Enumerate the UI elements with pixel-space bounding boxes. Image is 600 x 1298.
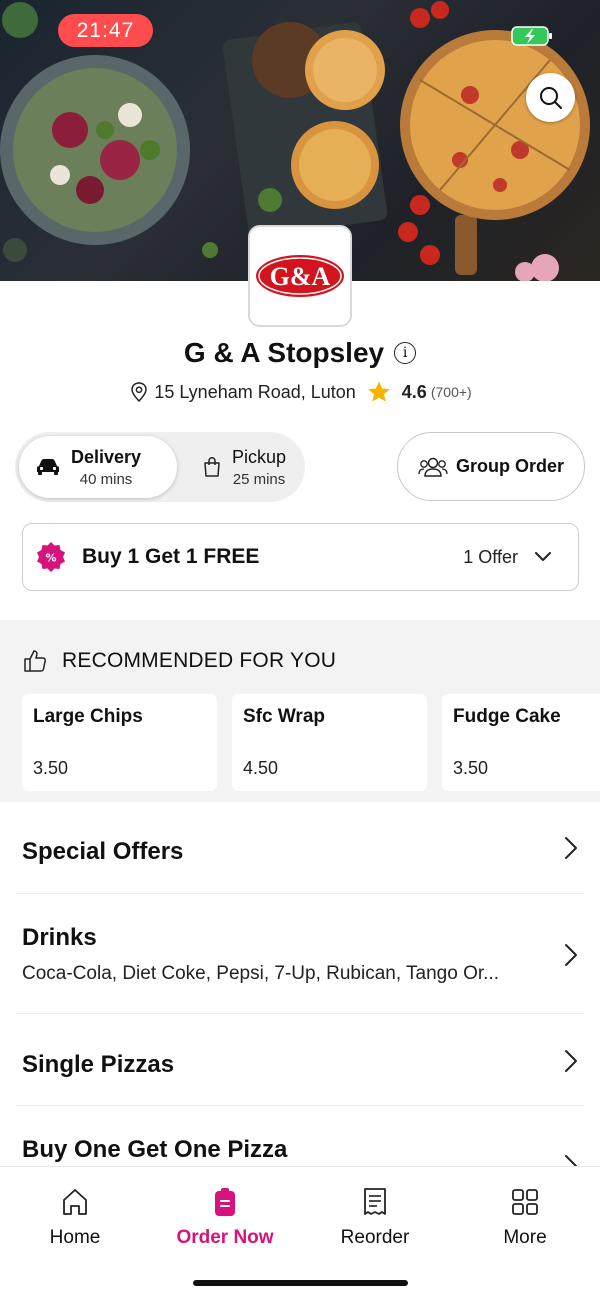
order-mode-toggle: Delivery 40 mins Pickup 25 mins (15, 432, 305, 502)
item-price: 3.50 (33, 758, 69, 778)
chevron-down-icon (535, 552, 551, 561)
grid-icon (512, 1189, 538, 1215)
category-row-bogo-pizza[interactable]: Buy One Get One Pizza (16, 1106, 584, 1166)
offer-banner[interactable]: % Buy 1 Get 1 FREE 1 Offer (22, 523, 579, 591)
category-title: Single Pizzas (22, 1051, 175, 1078)
item-price: 4.50 (243, 758, 279, 778)
pickup-option[interactable]: Pickup 25 mins (200, 436, 310, 498)
store-address-row: 15 Lyneham Road, Luton 4.6 (700+) (0, 380, 600, 404)
item-name: Sfc Wrap (243, 706, 326, 727)
category-row-special-offers[interactable]: Special Offers (16, 802, 584, 894)
recommended-item[interactable]: Large Chips 3.50 (22, 694, 217, 791)
search-button[interactable] (526, 73, 575, 122)
home-icon (63, 1189, 87, 1215)
discount-badge-icon: % (37, 542, 65, 572)
chevron-right-icon (565, 1050, 577, 1072)
group-icon (418, 457, 448, 477)
category-title: Buy One Get One Pizza (22, 1136, 288, 1163)
group-order-button[interactable]: Group Order (397, 432, 585, 501)
store-logo: G&A (248, 225, 352, 327)
car-icon (37, 459, 59, 475)
order-icon (215, 1188, 235, 1216)
nav-more[interactable]: More (465, 1187, 585, 1249)
category-row-drinks[interactable]: Drinks Coca-Cola, Diet Coke, Pepsi, 7-Up… (16, 894, 584, 1014)
status-time: 21:47 (58, 14, 153, 47)
home-indicator (193, 1280, 408, 1286)
pickup-time: 25 mins (232, 470, 286, 488)
nav-reorder[interactable]: Reorder (315, 1187, 435, 1249)
star-icon (367, 381, 390, 402)
offer-count: 1 Offer (463, 546, 518, 567)
svg-text:G&A: G&A (270, 262, 331, 291)
nav-home-label: Home (49, 1227, 101, 1248)
delivery-time: 40 mins (79, 470, 133, 488)
chevron-right-icon (565, 837, 577, 859)
delivery-label: Delivery (71, 446, 142, 467)
category-title: Drinks (22, 924, 97, 951)
nav-more-label: More (503, 1227, 547, 1248)
store-title-row: G & A Stopsley i (0, 337, 600, 369)
delivery-option[interactable]: Delivery 40 mins (19, 436, 177, 498)
recommended-header: RECOMMENDED FOR YOU (22, 648, 336, 674)
search-icon (539, 86, 562, 109)
thumbs-up-icon (24, 650, 46, 672)
category-title: Special Offers (22, 838, 184, 865)
nav-order-now-label: Order Now (176, 1227, 274, 1248)
location-pin-icon (131, 382, 148, 403)
shopping-bag-icon (204, 457, 220, 477)
item-name: Fudge Cake (453, 706, 561, 727)
group-order-label: Group Order (455, 456, 564, 476)
rating-count: (700+) (430, 384, 472, 400)
receipt-icon (364, 1188, 386, 1215)
nav-reorder-label: Reorder (340, 1227, 410, 1248)
store-address: 15 Lyneham Road, Luton (154, 381, 356, 402)
recommended-item[interactable]: Sfc Wrap 4.50 (232, 694, 427, 791)
offer-title: Buy 1 Get 1 FREE (82, 545, 260, 568)
chevron-right-icon (565, 1155, 577, 1166)
category-row-single-pizzas[interactable]: Single Pizzas (16, 1014, 584, 1106)
battery-icon (511, 26, 552, 46)
nav-order-now[interactable]: Order Now (165, 1187, 285, 1249)
recommended-title: RECOMMENDED FOR YOU (62, 649, 337, 672)
store-rating: 4.6 (401, 381, 427, 402)
pickup-label: Pickup (232, 446, 287, 467)
category-subtitle: Coca-Cola, Diet Coke, Pepsi, 7-Up, Rubic… (22, 963, 499, 984)
ga-logo: G&A (256, 255, 344, 297)
bottom-navigation: Home Order Now Reorder More (0, 1166, 600, 1298)
info-icon[interactable]: i (394, 342, 417, 364)
recommended-section: RECOMMENDED FOR YOU Large Chips 3.50 Sfc… (0, 620, 600, 802)
nav-home[interactable]: Home (15, 1187, 135, 1249)
chevron-right-icon (565, 944, 577, 966)
svg-text:%: % (45, 552, 56, 565)
item-price: 3.50 (453, 758, 489, 778)
store-name: G & A Stopsley (183, 337, 385, 368)
item-name: Large Chips (33, 706, 143, 727)
recommended-item[interactable]: Fudge Cake 3.50 (442, 694, 600, 791)
